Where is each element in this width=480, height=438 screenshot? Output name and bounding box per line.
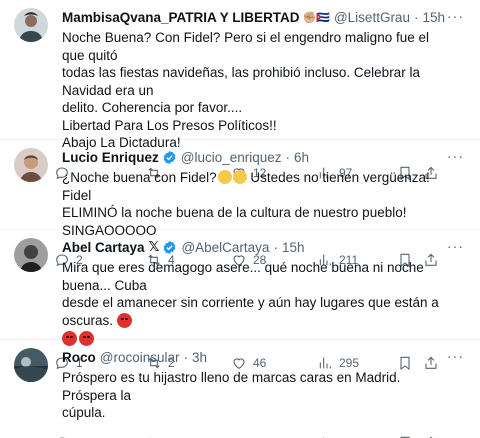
bookmark-icon <box>397 435 413 438</box>
verified-badge-icon <box>162 240 177 255</box>
tweet-text: Mira que eres demagogo asere... qué noch… <box>62 259 466 346</box>
separator-dot: · <box>273 239 278 255</box>
heart-icon <box>231 435 247 438</box>
more-options-icon[interactable]: ··· <box>447 238 464 254</box>
tweet-line: Noche Buena? Con Fidel? Pero si el engen… <box>62 30 429 63</box>
tweet-line: Libertad Para Los Presos Políticos!! <box>62 117 277 133</box>
tweet-line: delito. Coherencia por favor.... <box>62 100 243 115</box>
avatar[interactable] <box>14 8 48 42</box>
retweet-icon <box>146 435 162 438</box>
bookmark-button[interactable] <box>397 435 423 438</box>
retweet-button[interactable] <box>146 435 231 438</box>
share-button[interactable] <box>423 435 439 438</box>
separator-dot: · <box>413 9 419 25</box>
separator-dot: · <box>183 349 188 365</box>
tweet-line: ¿Noche buena con Fidel? Ustedes no tiene… <box>62 169 454 204</box>
user-handle[interactable]: @LisettGrau <box>334 10 410 25</box>
more-options-icon[interactable]: ··· <box>447 348 464 364</box>
avatar[interactable] <box>14 148 48 182</box>
display-name[interactable]: Lucio Enriquez <box>62 150 159 165</box>
tweet[interactable]: MambisaQvana_PATRIA Y LIBERTAD ✊🏼🇨🇺 @Lis… <box>0 0 480 180</box>
like-button[interactable] <box>231 435 317 438</box>
separator-dot: · <box>285 149 291 165</box>
avatar[interactable] <box>14 348 48 382</box>
more-options-icon[interactable]: ··· <box>447 8 464 24</box>
tweet-line: todas las fiestas navideñas, las prohibi… <box>62 65 420 98</box>
tweet[interactable]: Abel Cartaya 𝕏 @AbelCartaya · 15h ··· Mi… <box>0 230 480 370</box>
timestamp[interactable]: 15h <box>422 10 445 25</box>
avatar[interactable] <box>14 238 48 272</box>
user-handle[interactable]: @AbelCartaya <box>181 240 269 255</box>
tweet[interactable]: Roco @rocoinsular · 3h ··· Próspero es t… <box>0 340 480 438</box>
share-icon <box>423 435 439 438</box>
timestamp[interactable]: 6h <box>294 150 309 165</box>
more-options-icon[interactable]: ··· <box>447 148 464 164</box>
views-button[interactable] <box>317 435 397 438</box>
analytics-icon <box>317 435 333 438</box>
display-name[interactable]: MambisaQvana_PATRIA Y LIBERTAD <box>62 10 300 25</box>
timestamp[interactable]: 15h <box>282 240 305 255</box>
reply-button[interactable] <box>54 435 146 438</box>
name-emoji: ✊🏼🇨🇺 <box>302 11 330 24</box>
tweet-line: cúpula. <box>62 405 106 420</box>
tweet-text: Noche Buena? Con Fidel? Pero si el engen… <box>62 29 466 152</box>
timestamp[interactable]: 3h <box>192 350 207 365</box>
user-handle[interactable]: @lucio_enriquez <box>181 150 282 165</box>
tweet-line: desde el amanecer sin corriente y aún ha… <box>62 294 454 329</box>
tweet-line-prefix: ¿Noche buena con Fidel? <box>62 170 217 185</box>
reply-feed: MambisaQvana_PATRIA Y LIBERTAD ✊🏼🇨🇺 @Lis… <box>0 0 480 438</box>
tweet[interactable]: Lucio Enriquez @lucio_enriquez · 6h ··· … <box>0 140 480 267</box>
laughing-emoji-icon <box>232 170 247 184</box>
display-name[interactable]: Roco <box>62 350 96 365</box>
tweet-actions <box>54 428 466 438</box>
display-name[interactable]: Abel Cartaya <box>62 240 145 255</box>
reply-icon <box>54 435 70 438</box>
tweet-text: Próspero es tu hijastro lleno de marcas … <box>62 369 466 422</box>
user-handle[interactable]: @rocoinsular <box>100 350 180 365</box>
angry-emoji-icon <box>116 312 132 328</box>
x-mark-icon: 𝕏 <box>148 239 160 254</box>
verified-badge-icon <box>162 150 177 165</box>
tweet-line: Mira que eres demagogo asere... qué noch… <box>62 260 424 293</box>
tweet-line: Próspero es tu hijastro lleno de marcas … <box>62 370 401 403</box>
laughing-emoji-icon <box>217 170 232 184</box>
tweet-text: ¿Noche buena con Fidel? Ustedes no tiene… <box>62 169 466 239</box>
